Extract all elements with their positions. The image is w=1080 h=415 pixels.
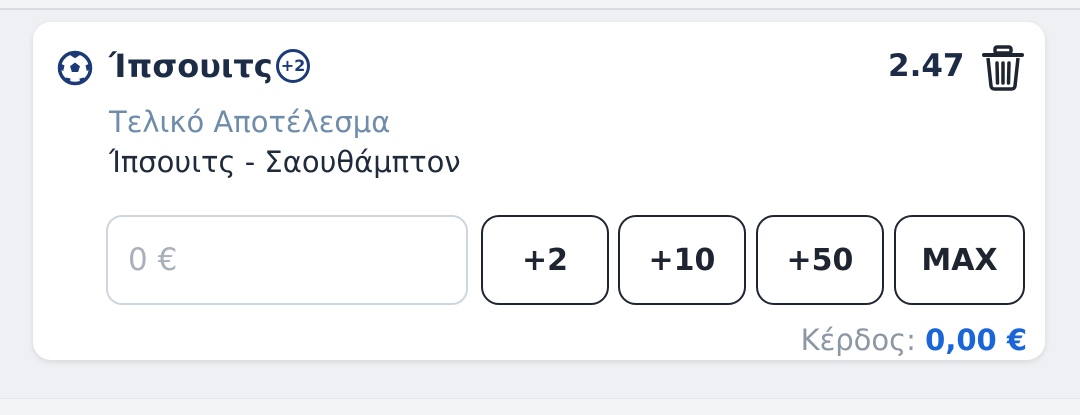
extra-selections-badge[interactable]: +2	[276, 49, 310, 83]
potential-profit: Κέρδος: 0,00 €	[801, 320, 1027, 360]
add-50-button[interactable]: +50	[756, 215, 884, 305]
trash-icon	[982, 45, 1024, 91]
stake-input[interactable]	[106, 215, 468, 305]
max-stake-button[interactable]: MAX	[894, 215, 1025, 305]
profit-value: 0,00 €	[925, 323, 1027, 357]
selection-team-name: Ίπσουιτς	[109, 47, 273, 85]
market-name: Τελικό Αποτέλεσμα	[109, 105, 391, 139]
add-2-button[interactable]: +2	[481, 215, 609, 305]
selection-odds: 2.47	[888, 48, 965, 84]
profit-label: Κέρδος:	[800, 323, 916, 357]
remove-selection-button[interactable]	[980, 44, 1026, 92]
soccer-ball-icon	[57, 50, 93, 86]
bet-selection-card: Ίπσουιτς +2 2.47 Τελικό Αποτέλεσμα Ίπσου…	[33, 22, 1045, 360]
event-name: Ίπσουιτς - Σαουθάμπτον	[109, 145, 461, 179]
bottom-strip	[0, 398, 1080, 415]
top-divider	[0, 0, 1080, 10]
add-10-button[interactable]: +10	[618, 215, 746, 305]
